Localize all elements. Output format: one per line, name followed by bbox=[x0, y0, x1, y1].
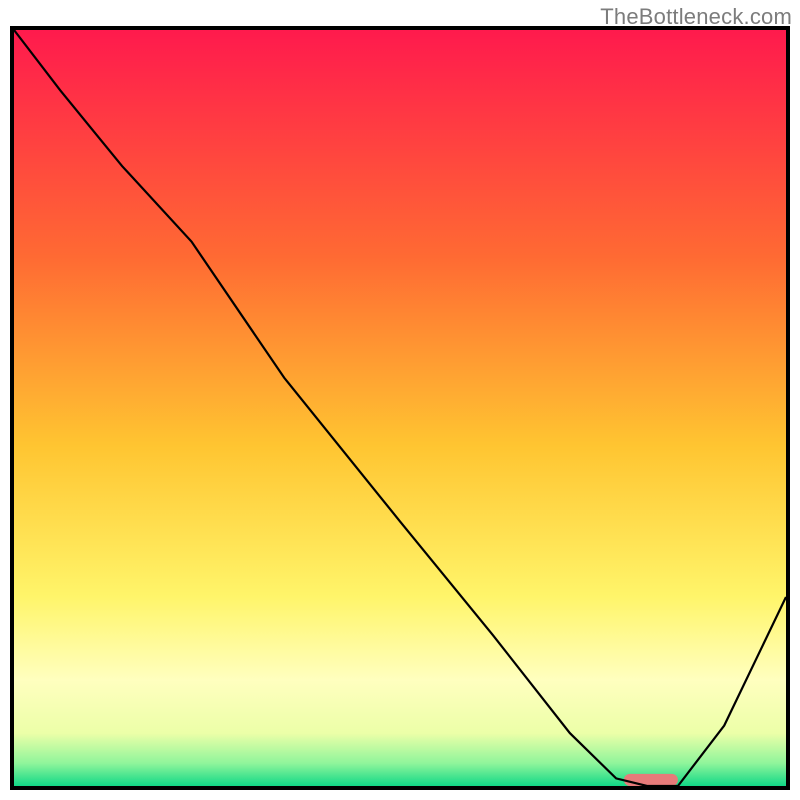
chart-frame bbox=[10, 26, 790, 790]
optimal-zone-marker bbox=[624, 774, 678, 786]
chart-background bbox=[14, 30, 786, 786]
watermark-text: TheBottleneck.com bbox=[600, 4, 792, 30]
chart-svg bbox=[14, 30, 786, 786]
